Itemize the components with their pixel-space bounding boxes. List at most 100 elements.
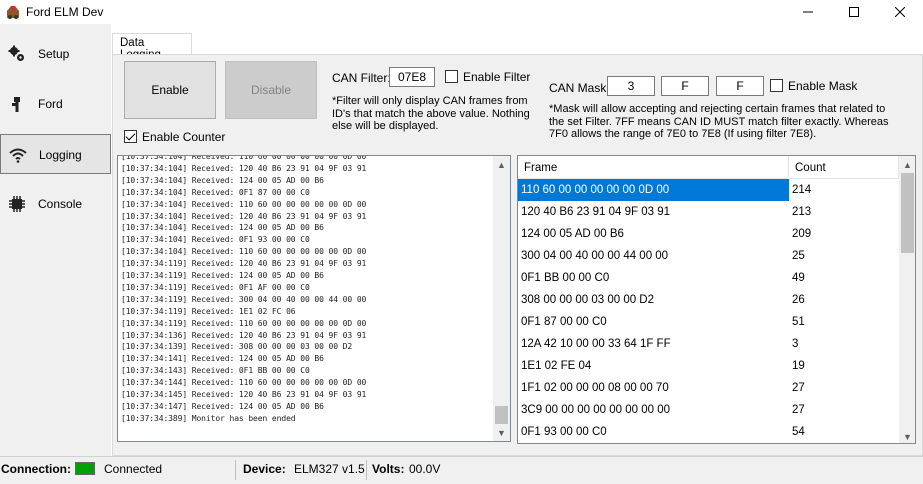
count-cell[interactable]: 214: [789, 179, 899, 201]
tab-data-logging[interactable]: Data Logging: [112, 33, 192, 61]
minimize-button[interactable]: [785, 0, 831, 24]
can-mask-input-1[interactable]: 3: [607, 76, 655, 96]
can-filter-label: CAN Filter:: [332, 71, 391, 85]
log-line[interactable]: [10:37:34:119] Received: 110 60 00 00 00…: [121, 319, 366, 328]
count-column-header[interactable]: Count: [789, 156, 899, 179]
device-value: ELM327 v1.5: [294, 462, 365, 476]
log-line[interactable]: [10:37:34:104] Received: 124 00 05 AD 00…: [121, 223, 324, 232]
table-row[interactable]: 0F1 93 00 00 C0 54: [518, 421, 899, 443]
connection-value: Connected: [104, 462, 163, 476]
table-row[interactable]: 1E1 02 FE 04 19: [518, 355, 899, 377]
app-window: Ford ELM Dev Setup Ford Logging Console …: [0, 0, 923, 484]
log-line[interactable]: [10:37:34:147] Received: 124 00 05 AD 00…: [121, 402, 324, 411]
log-line[interactable]: [10:37:34:119] Received: 300 04 00 40 00…: [121, 295, 366, 304]
enable-mask-checkbox[interactable]: [770, 79, 783, 92]
count-cell[interactable]: 19: [789, 355, 899, 377]
count-cell[interactable]: 49: [789, 267, 899, 289]
log-line[interactable]: [10:37:34:104] Received: 110 60 00 00 00…: [121, 247, 366, 256]
frame-cell[interactable]: 3C9 00 00 00 00 00 00 00 00: [518, 399, 789, 421]
disable-button[interactable]: Disable: [225, 61, 317, 119]
mask-note: *Mask will allow accepting and rejecting…: [549, 103, 889, 140]
maximize-button[interactable]: [831, 0, 877, 24]
frame-column-header[interactable]: Frame: [518, 156, 789, 179]
count-cell[interactable]: 209: [789, 223, 899, 245]
grid-scroll-thumb[interactable]: [901, 173, 914, 253]
log-line[interactable]: [10:37:34:104] Received: 0F1 87 00 00 C0: [121, 188, 310, 197]
table-row[interactable]: 12A 42 10 00 00 33 64 1F FF 3: [518, 333, 899, 355]
log-scroll-thumb[interactable]: [495, 406, 508, 424]
log-line[interactable]: [10:37:34:119] Received: 1E1 02 FC 06: [121, 307, 296, 316]
title-bar[interactable]: Ford ELM Dev: [0, 0, 923, 24]
table-row[interactable]: 3C9 00 00 00 00 00 00 00 00 27: [518, 399, 899, 421]
count-cell[interactable]: 3: [789, 333, 899, 355]
count-cell[interactable]: 26: [789, 289, 899, 311]
sidebar-item-ford[interactable]: Ford: [0, 84, 111, 124]
log-line[interactable]: [10:37:34:119] Received: 120 40 B6 23 91…: [121, 259, 366, 268]
sidebar-item-logging[interactable]: Logging: [0, 134, 111, 174]
can-filter-input[interactable]: 07E8: [389, 67, 435, 87]
scroll-up-icon[interactable]: ▲: [899, 156, 915, 173]
log-line[interactable]: [10:37:34:104] Received: 120 40 B6 23 91…: [121, 164, 366, 173]
log-line[interactable]: [10:37:34:389] Monitor has been ended: [121, 414, 296, 423]
log-line[interactable]: [10:37:34:104] Received: 110 60 00 00 00…: [121, 200, 366, 209]
volts-value: 00.0V: [409, 462, 441, 476]
log-line[interactable]: [10:37:34:143] Received: 0F1 BB 00 00 C0: [121, 366, 310, 375]
log-line[interactable]: [10:37:34:136] Received: 120 40 B6 23 91…: [121, 331, 366, 340]
table-row[interactable]: 0F1 87 00 00 C0 51: [518, 311, 899, 333]
frame-cell[interactable]: 110 60 00 00 00 00 00 0D 00: [518, 179, 789, 201]
log-line[interactable]: [10:37:34:119] Received: 0F1 AF 00 00 C0: [121, 283, 310, 292]
enable-button[interactable]: Enable: [124, 61, 216, 119]
enable-counter-checkbox[interactable]: [124, 130, 137, 143]
count-cell[interactable]: 213: [789, 201, 899, 223]
can-mask-input-3[interactable]: F: [716, 76, 764, 96]
log-listbox[interactable]: [10:37:34:104] Received: 110 60 00 00 00…: [117, 155, 511, 442]
frame-cell[interactable]: 120 40 B6 23 91 04 9F 03 91: [518, 201, 789, 223]
close-button[interactable]: [877, 0, 923, 24]
grid-scrollbar[interactable]: ▲ ▼: [899, 156, 915, 443]
table-row[interactable]: 120 40 B6 23 91 04 9F 03 91 213: [518, 201, 899, 223]
log-line[interactable]: [10:37:34:119] Received: 124 00 05 AD 00…: [121, 271, 324, 280]
frame-cell[interactable]: 12A 42 10 00 00 33 64 1F FF: [518, 333, 789, 355]
frame-cell[interactable]: 1E1 02 FE 04: [518, 355, 789, 377]
sidebar-item-console[interactable]: Console: [0, 184, 111, 224]
table-row[interactable]: 0F1 BB 00 00 C0 49: [518, 267, 899, 289]
log-line[interactable]: [10:37:34:104] Received: 124 00 05 AD 00…: [121, 176, 324, 185]
log-line[interactable]: [10:37:34:104] Received: 120 40 B6 23 91…: [121, 212, 366, 221]
log-scrollbar[interactable]: ▲ ▼: [493, 156, 510, 441]
log-line[interactable]: [10:37:34:141] Received: 124 00 05 AD 00…: [121, 354, 324, 363]
table-row[interactable]: 300 04 00 40 00 00 44 00 00 25: [518, 245, 899, 267]
count-cell[interactable]: 27: [789, 377, 899, 399]
count-cell[interactable]: 51: [789, 311, 899, 333]
frame-cell[interactable]: 308 00 00 00 03 00 00 D2: [518, 289, 789, 311]
log-line[interactable]: [10:37:34:104] Received: 0F1 93 00 00 C0: [121, 235, 310, 244]
table-row[interactable]: 308 00 00 00 03 00 00 D2 26: [518, 289, 899, 311]
frame-cell[interactable]: 0F1 87 00 00 C0: [518, 311, 789, 333]
sidebar-item-label: Setup: [38, 47, 70, 61]
log-line[interactable]: [10:37:34:139] Received: 308 00 00 00 03…: [121, 342, 352, 351]
frame-cell[interactable]: 0F1 93 00 00 C0: [518, 421, 789, 443]
maximize-icon: [849, 7, 859, 17]
count-cell[interactable]: 25: [789, 245, 899, 267]
minimize-icon: [803, 11, 813, 13]
app-logo-icon: [7, 6, 19, 19]
can-mask-input-2[interactable]: F: [661, 76, 709, 96]
sidebar-item-label: Logging: [39, 148, 82, 162]
log-line[interactable]: [10:37:34:144] Received: 110 60 00 00 00…: [121, 378, 366, 387]
log-line[interactable]: [10:37:34:145] Received: 120 40 B6 23 91…: [121, 390, 366, 399]
frame-cell[interactable]: 0F1 BB 00 00 C0: [518, 267, 789, 289]
scroll-down-icon[interactable]: ▼: [493, 424, 510, 441]
frame-grid[interactable]: Frame Count 110 60 00 00 00 00 00 0D 00 2…: [517, 155, 916, 444]
scroll-up-icon[interactable]: ▲: [493, 156, 510, 173]
log-line[interactable]: [10:37:34:104] Received: 110 60 00 00 00…: [121, 156, 366, 161]
frame-cell[interactable]: 300 04 00 40 00 00 44 00 00: [518, 245, 789, 267]
count-cell[interactable]: 27: [789, 399, 899, 421]
sidebar-item-setup[interactable]: Setup: [0, 34, 111, 74]
table-row[interactable]: 110 60 00 00 00 00 00 0D 00 214: [518, 179, 899, 201]
scroll-down-icon[interactable]: ▼: [899, 428, 915, 443]
count-cell[interactable]: 54: [789, 421, 899, 443]
frame-cell[interactable]: 1F1 02 00 00 00 08 00 00 70: [518, 377, 789, 399]
frame-cell[interactable]: 124 00 05 AD 00 B6: [518, 223, 789, 245]
table-row[interactable]: 124 00 05 AD 00 B6 209: [518, 223, 899, 245]
enable-filter-checkbox[interactable]: [445, 70, 458, 83]
table-row[interactable]: 1F1 02 00 00 00 08 00 00 70 27: [518, 377, 899, 399]
